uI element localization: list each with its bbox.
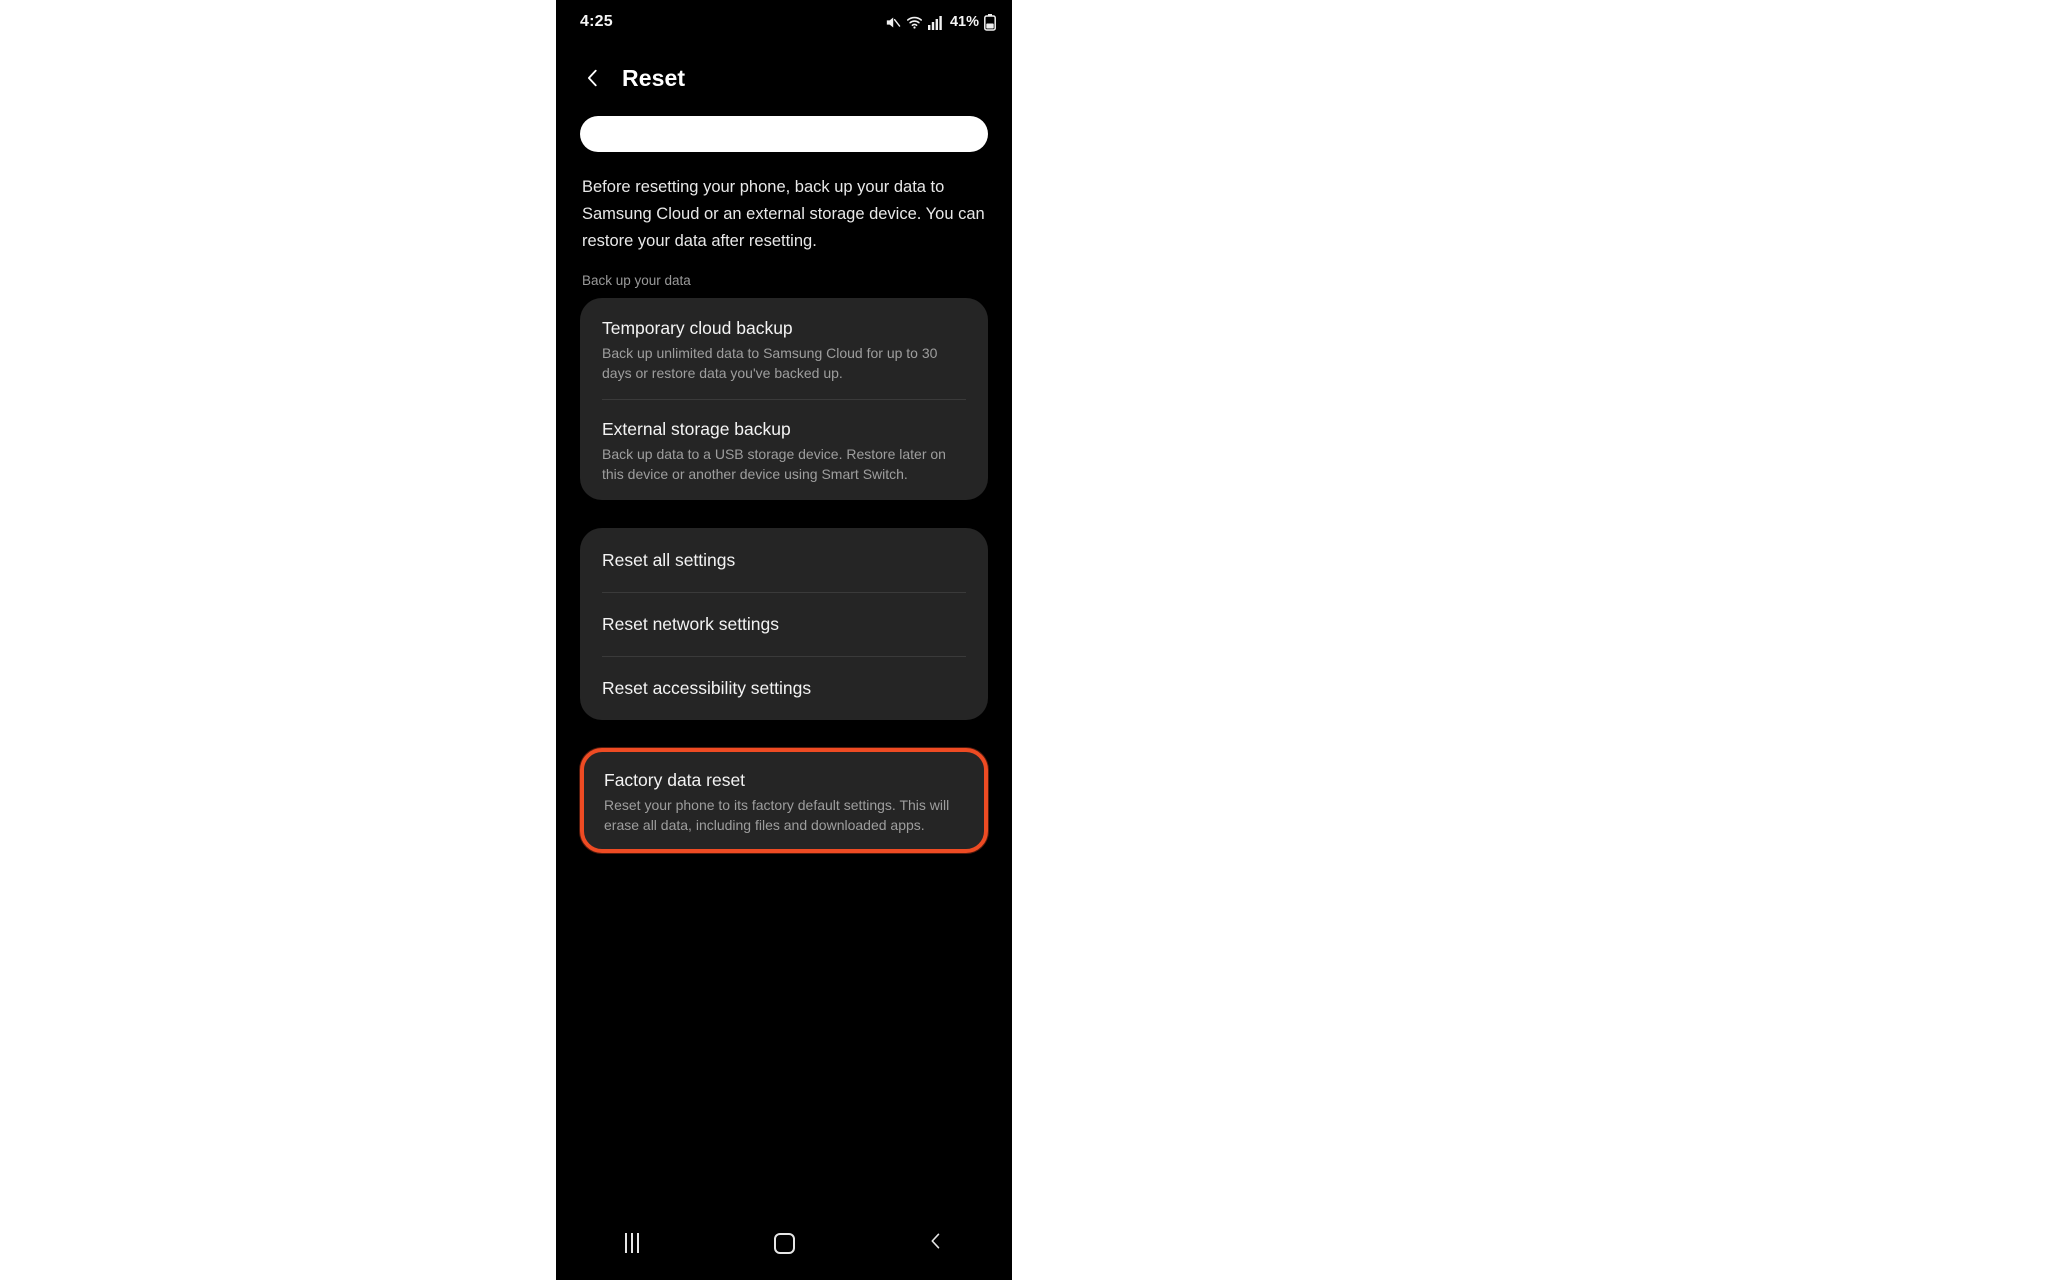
nav-back-button[interactable]	[901, 1220, 971, 1266]
pref-reset-all-settings[interactable]: Reset all settings	[580, 528, 988, 592]
backup-card: Temporary cloud backup Back up unlimited…	[580, 298, 988, 500]
back-chevron-icon	[926, 1231, 946, 1256]
home-button[interactable]	[749, 1220, 819, 1266]
battery-percent-label: 41%	[949, 14, 979, 30]
intro-description: Before resetting your phone, back up you…	[582, 178, 985, 250]
app-bar: Reset	[556, 44, 1012, 112]
recents-icon	[625, 1233, 639, 1253]
pref-temporary-cloud-backup[interactable]: Temporary cloud backup Back up unlimited…	[580, 298, 988, 399]
factory-data-reset-card[interactable]: Factory data reset Reset your phone to i…	[580, 748, 988, 853]
pref-title: Factory data reset	[604, 770, 746, 790]
phone-screen: 4:25 41% Reset Before resetting your pho…	[556, 0, 1012, 1280]
pref-factory-data-reset[interactable]: Factory data reset Reset your phone to i…	[584, 752, 984, 849]
cellular-signal-icon	[927, 15, 944, 30]
pref-title: External storage backup	[602, 419, 791, 439]
settings-scroll-area[interactable]: Before resetting your phone, back up you…	[556, 112, 1012, 1206]
mute-icon	[884, 14, 901, 31]
pref-title: Reset network settings	[602, 614, 780, 634]
pref-summary: Reset your phone to its factory default …	[604, 797, 950, 833]
pref-reset-accessibility-settings[interactable]: Reset accessibility settings	[580, 656, 988, 720]
pref-title: Reset accessibility settings	[602, 678, 812, 698]
section-label-backup: Back up your data	[582, 273, 691, 288]
status-bar: 4:25 41%	[556, 0, 1012, 44]
pref-reset-network-settings[interactable]: Reset network settings	[580, 592, 988, 656]
wifi-icon	[906, 14, 923, 31]
screenshot-canvas: 4:25 41% Reset Before resetting your pho…	[0, 0, 2048, 1280]
pref-summary: Back up data to a USB storage device. Re…	[602, 446, 946, 482]
pref-title: Temporary cloud backup	[602, 318, 793, 338]
pref-title: Reset all settings	[602, 550, 736, 570]
pref-external-storage-backup[interactable]: External storage backup Back up data to …	[580, 399, 988, 500]
battery-icon	[984, 13, 996, 31]
back-arrow-icon[interactable]	[580, 65, 606, 91]
reset-options-card: Reset all settings Reset network setting…	[580, 528, 988, 720]
status-bar-icons: 41%	[884, 13, 996, 31]
home-icon	[773, 1232, 795, 1254]
status-bar-clock: 4:25	[580, 13, 613, 30]
recents-button[interactable]	[597, 1220, 667, 1266]
search-input[interactable]	[580, 116, 988, 152]
pref-summary: Back up unlimited data to Samsung Cloud …	[602, 345, 938, 381]
page-title: Reset	[622, 64, 686, 91]
system-navigation-bar	[556, 1206, 1012, 1280]
